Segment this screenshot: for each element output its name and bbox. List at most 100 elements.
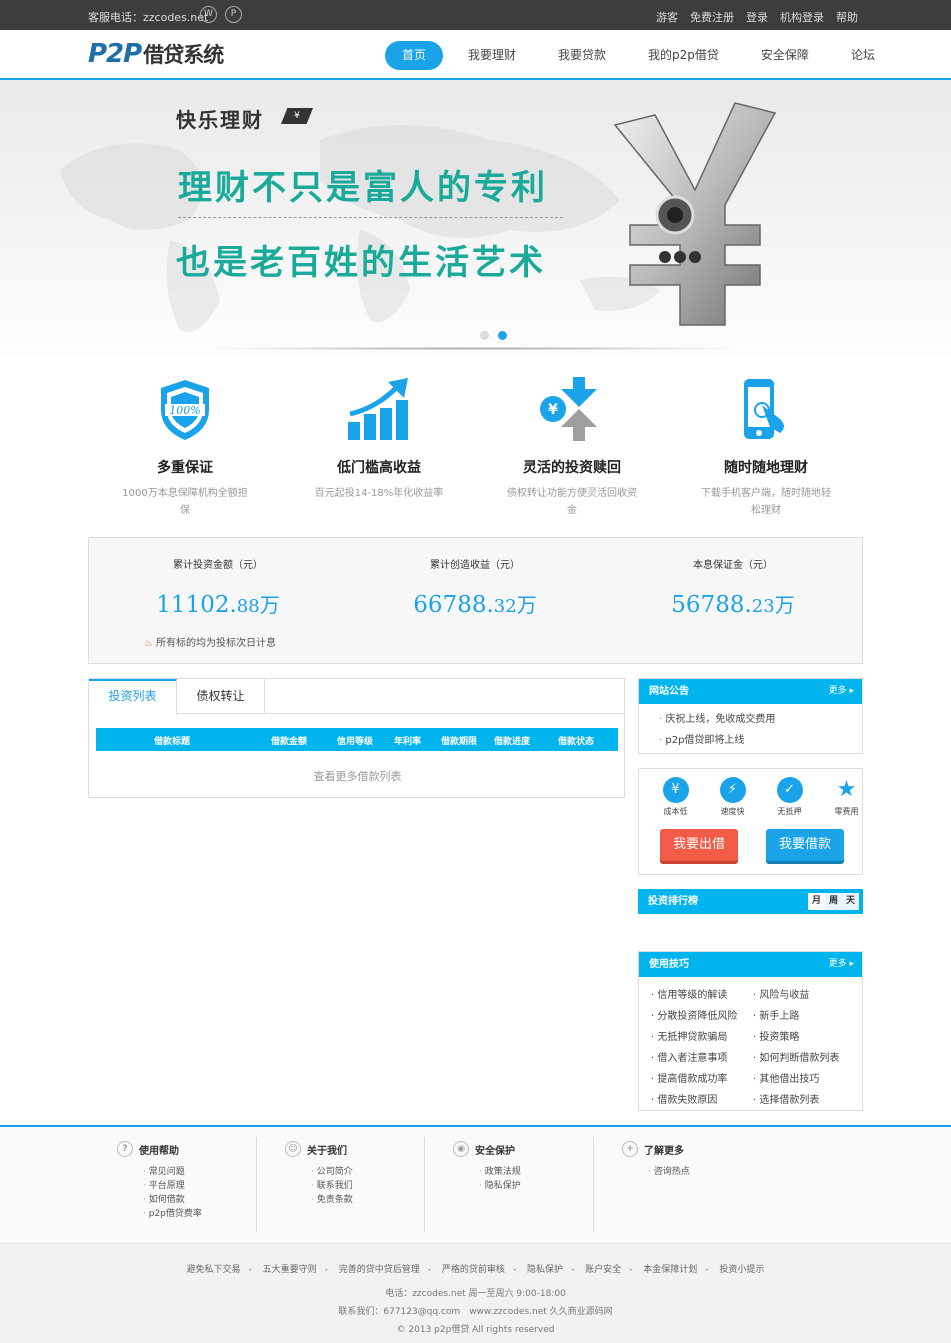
- footer-quick-link[interactable]: 投资小提示: [719, 1265, 764, 1275]
- nav-forum[interactable]: 论坛: [834, 41, 892, 70]
- more-loans-link[interactable]: 查看更多借款列表: [89, 768, 626, 784]
- tip-item[interactable]: · 新手上路: [753, 1007, 799, 1022]
- footer-quick-link[interactable]: 本金保障计划: [643, 1265, 697, 1275]
- loan-tabs: 投资列表 债权转让: [89, 679, 624, 715]
- carousel-dots: [480, 331, 507, 340]
- banner-shadow: [200, 347, 750, 350]
- link-help[interactable]: 帮助: [836, 9, 858, 25]
- big-yen-safe-icon: [613, 102, 777, 326]
- nav-my-p2p[interactable]: 我的p2p借贷: [631, 41, 736, 70]
- footer-links-area: ?使用帮助 常见问题 平台原理 如何借款 p2p借贷费率 ☺关于我们 公司简介 …: [0, 1125, 951, 1243]
- footer-quick-link[interactable]: 严格的贷前审核: [442, 1265, 505, 1275]
- yen-icon: ¥: [662, 777, 689, 803]
- tip-item[interactable]: · 选择借款列表: [753, 1091, 819, 1106]
- tip-item[interactable]: · 提高借款成功率: [651, 1070, 727, 1085]
- notice-more-link[interactable]: 更多 ▸: [829, 679, 854, 704]
- stat-value: 11102.88万: [156, 592, 280, 618]
- ranking-tab-day[interactable]: 天: [842, 893, 859, 910]
- nav-security[interactable]: 安全保障: [744, 41, 826, 70]
- footer-divider: [256, 1137, 257, 1232]
- footer-quick-link[interactable]: 隐私保护: [527, 1265, 563, 1275]
- footer-quick-link[interactable]: 账户安全: [585, 1265, 621, 1275]
- tips-more-link[interactable]: 更多 ▸: [829, 952, 854, 977]
- feature-title: 随时随地理财: [724, 460, 808, 476]
- people-icon: ☺: [285, 1141, 301, 1157]
- feature-flexible-redeem[interactable]: ¥ 灵活的投资赎回 债权转让功能方便灵活回收资金: [507, 375, 637, 519]
- nav-loan[interactable]: 我要贷款: [541, 41, 623, 70]
- notice-panel: 网站公告更多 ▸ 庆祝上线，免收成交费用 p2p借贷即将上线: [638, 678, 863, 754]
- link-org-login[interactable]: 机构登录: [780, 9, 824, 25]
- logo[interactable]: P2P借贷系统: [88, 39, 224, 69]
- stat-total-income: 累计创造收益（元） 66788.32万: [375, 556, 575, 618]
- benefit-low-cost: ¥ 成本低: [647, 777, 704, 817]
- feature-title: 低门槛高收益: [337, 460, 421, 476]
- notice-item[interactable]: 庆祝上线，免收成交费用: [659, 709, 862, 730]
- star-icon: ★: [836, 777, 857, 802]
- notice-item[interactable]: p2p借贷即将上线: [659, 730, 862, 751]
- banner-divider: [178, 217, 563, 218]
- safety-icon: ◉: [453, 1141, 469, 1157]
- carousel-dot-active[interactable]: [498, 331, 507, 340]
- loan-list-box: 投资列表 债权转让 借款标题 借款金额 信用等级 年利率 借款期限 借款进度 借…: [88, 678, 625, 798]
- notice-list: 庆祝上线，免收成交费用 p2p借贷即将上线: [639, 704, 862, 751]
- feature-mobile[interactable]: 随时随地理财 下载手机客户端，随时随地轻松理财: [701, 375, 831, 519]
- link-guest[interactable]: 游客: [656, 9, 678, 25]
- footer-divider: [593, 1137, 594, 1232]
- tip-item[interactable]: · 信用等级的解读: [651, 986, 727, 1001]
- banner-tag: 快乐理财: [176, 108, 264, 132]
- tips-panel: 使用技巧 更多 ▸ · 信用等级的解读 · 风险与收益 · 分散投资降低风险 · …: [638, 951, 863, 1111]
- footer-col-help: ?使用帮助 常见问题 平台原理 如何借款 p2p借贷费率: [117, 1141, 277, 1221]
- notice-header: 网站公告 更多 ▸: [639, 679, 862, 704]
- tip-item[interactable]: · 借款失败原因: [651, 1091, 717, 1106]
- svg-text:100%: 100%: [169, 404, 200, 417]
- footer-col-title: ? 使用帮助: [117, 1141, 277, 1157]
- hero-banner[interactable]: 快乐理财 ¥ 理财不只是富人的专利 也是老百姓的生活艺术: [0, 80, 951, 355]
- footer-col-title: ☺ 关于我们: [285, 1141, 445, 1157]
- tip-item[interactable]: · 借入者注意事项: [651, 1049, 727, 1064]
- benefit-icons: ¥ 成本低 ⚡ 速度快 ✓ 无抵押 ★ 零费用: [647, 777, 875, 817]
- nav-invest[interactable]: 我要理财: [451, 41, 533, 70]
- footer-link[interactable]: 咨询热点: [648, 1165, 782, 1179]
- link-register[interactable]: 免费注册: [690, 9, 734, 25]
- stats-box: 累计投资金额（元） 11102.88万 累计创造收益（元） 66788.32万 …: [88, 537, 863, 664]
- tip-item[interactable]: · 如何判断借款列表: [753, 1049, 839, 1064]
- tip-item[interactable]: · 风险与收益: [753, 986, 809, 1001]
- shield-check-icon: ✓: [776, 777, 803, 803]
- link-login[interactable]: 登录: [746, 9, 768, 25]
- tip-item[interactable]: · 分散投资降低风险: [651, 1007, 737, 1022]
- footer-quick-link[interactable]: 五大重要守则: [263, 1265, 317, 1275]
- col-header: 信用等级: [337, 737, 374, 747]
- col-header: 借款标题: [154, 737, 191, 747]
- footer-contact: 联系我们：677123@qq.com www.zzcodes.net 久久商业源…: [338, 1307, 613, 1317]
- borrow-button[interactable]: 我要借款: [766, 829, 844, 861]
- footer-col-about: ☺关于我们 公司简介 联系我们 免责条款: [285, 1141, 445, 1207]
- feature-low-threshold[interactable]: 低门槛高收益 百元起投14-18%年化收益率: [314, 375, 444, 502]
- ranking-tab-week[interactable]: 周: [825, 893, 842, 910]
- tip-item[interactable]: · 其他借出技巧: [753, 1070, 819, 1085]
- stat-total-invest: 累计投资金额（元） 11102.88万: [118, 556, 318, 618]
- footer-bottom: 避免私下交易 - 五大重要守则 - 完善的贷中贷后管理 - 严格的贷前审核 - 隐私保护…: [0, 1243, 951, 1343]
- tips-header: 使用技巧 更多 ▸: [639, 952, 862, 977]
- shield-100-icon: 100%: [120, 375, 250, 445]
- wechat-icon[interactable]: P: [225, 6, 242, 23]
- ranking-tab-month[interactable]: 月: [808, 893, 825, 910]
- logo-en: P2P: [88, 39, 142, 69]
- footer-quick-link[interactable]: 避免私下交易: [187, 1265, 241, 1275]
- weibo-icon[interactable]: W: [200, 6, 217, 23]
- feature-guarantee[interactable]: 100% 多重保证 1000万本息保障机构全额担保: [120, 375, 250, 519]
- tip-item[interactable]: · 无抵押贷款骗局: [651, 1028, 727, 1043]
- carousel-dot[interactable]: [480, 331, 489, 340]
- banner-line2: 也是老百姓的生活艺术: [176, 243, 546, 283]
- tab-debt-transfer[interactable]: 债权转让: [177, 679, 265, 714]
- nav-home[interactable]: 首页: [385, 41, 444, 70]
- lend-button[interactable]: 我要出借: [660, 829, 738, 861]
- tip-item[interactable]: · 投资策略: [753, 1028, 799, 1043]
- footer-quick-link[interactable]: 完善的贷中贷后管理: [339, 1265, 420, 1275]
- col-header: 借款进度: [494, 737, 531, 747]
- question-icon: ?: [117, 1141, 133, 1157]
- footer-phone: 电话：zzcodes.net 周一至周六 9:00-18:00: [385, 1289, 566, 1299]
- top-bar: 客服电话：zzcodes.net W P 游客 免费注册 登录 机构登录 帮助: [0, 0, 951, 30]
- growth-chart-icon: [314, 375, 444, 445]
- tab-invest-list[interactable]: 投资列表: [89, 679, 177, 715]
- feature-title: 灵活的投资赎回: [523, 460, 621, 476]
